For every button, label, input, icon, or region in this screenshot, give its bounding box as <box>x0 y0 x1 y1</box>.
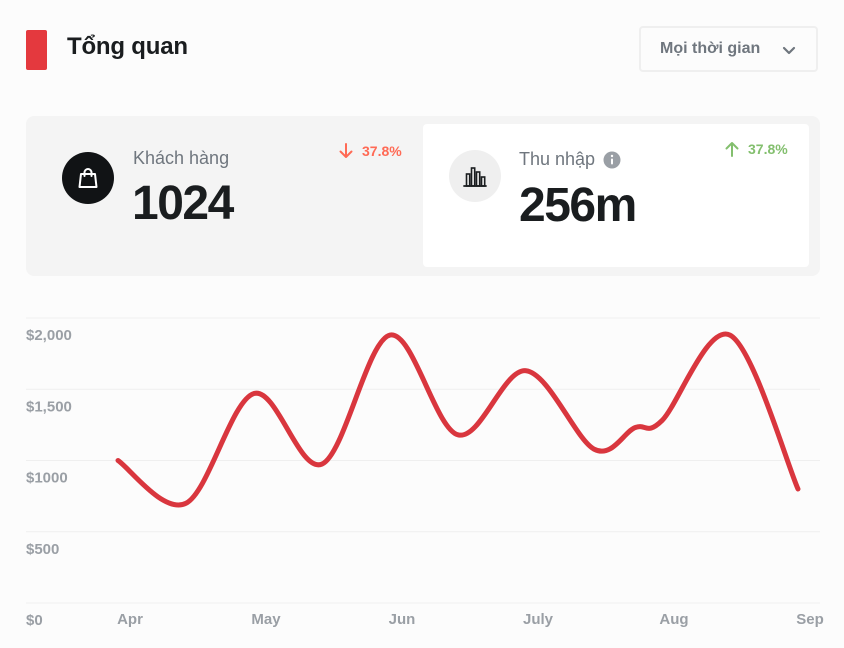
x-tick-label: July <box>523 611 554 628</box>
overview-page: Tổng quan Mọi thời gian Khách hàng 1024 … <box>0 0 844 648</box>
income-label: Thu nhập <box>519 149 596 169</box>
arrow-down-icon <box>339 143 353 158</box>
shopping-bag-icon <box>78 168 98 188</box>
stat-card-customers[interactable]: Khách hàng 1024 37.8% <box>34 124 423 267</box>
x-tick-label: Aug <box>659 611 688 628</box>
bar-chart-icon <box>463 167 487 187</box>
y-tick-label: $1000 <box>26 470 68 487</box>
x-tick-label: Jun <box>389 611 416 628</box>
income-change: 37.8% <box>748 141 788 157</box>
page-title: Tổng quan <box>67 33 188 60</box>
y-tick-label: $0 <box>26 612 43 629</box>
revenue-chart: $0 $500 $1000 $1,500 $2,000 Apr May Jun July Aug S… <box>0 300 844 648</box>
customers-trend: 37.8% <box>337 142 402 160</box>
stats-panel: Khách hàng 1024 37.8% Thu nhập 256m 37.8… <box>26 116 820 276</box>
stat-card-income[interactable]: Thu nhập 256m 37.8% <box>423 124 809 267</box>
income-value: 256m <box>519 179 637 232</box>
income-trend: 37.8% <box>723 140 788 158</box>
x-tick-label: May <box>251 611 281 628</box>
y-tick-label: $2,000 <box>26 327 72 344</box>
revenue-line-chart: $0 $500 $1000 $1,500 $2,000 Apr May Jun July Aug S… <box>26 317 824 629</box>
info-icon[interactable] <box>603 151 621 169</box>
y-tick-label: $1,500 <box>26 398 72 415</box>
series-line <box>115 331 801 508</box>
income-icon-badge <box>449 150 501 202</box>
customers-label: Khách hàng <box>133 148 230 168</box>
period-select[interactable]: Mọi thời gian <box>639 26 818 72</box>
arrow-up-icon <box>725 142 739 157</box>
y-tick-label: $500 <box>26 541 59 558</box>
chevron-down-icon <box>782 46 796 55</box>
customers-change: 37.8% <box>362 143 402 159</box>
x-tick-label: Sep <box>796 611 824 628</box>
customers-icon-badge <box>62 152 114 204</box>
title-accent-bar <box>26 30 47 70</box>
period-select-value: Mọi thời gian <box>660 40 761 57</box>
customers-value: 1024 <box>132 177 234 230</box>
x-tick-label: Apr <box>117 611 143 628</box>
